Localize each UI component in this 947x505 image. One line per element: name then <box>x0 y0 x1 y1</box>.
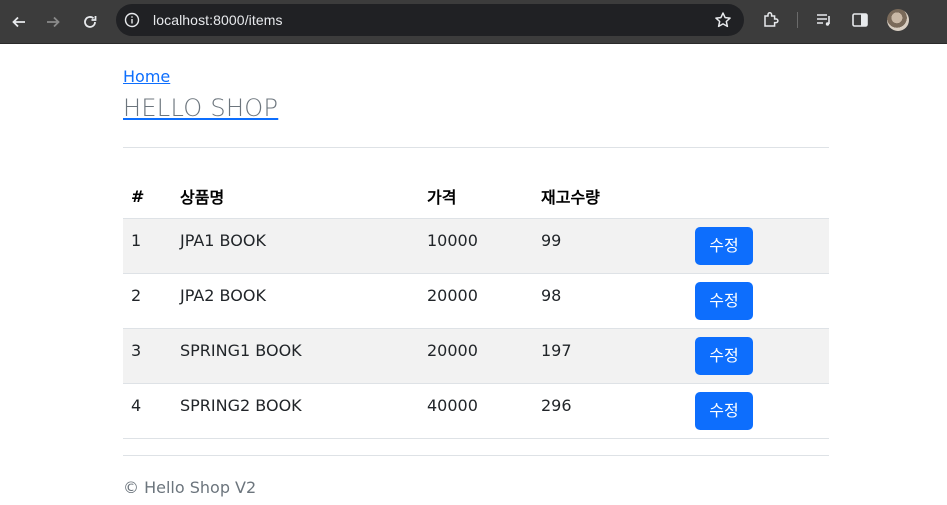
edit-button[interactable]: 수정 <box>695 336 753 375</box>
cell-name: JPA2 BOOK <box>172 273 419 329</box>
home-link[interactable]: Home <box>123 67 170 86</box>
table-header-row: # 상품명 가격 재고수량 <box>123 175 829 219</box>
cell-stock: 197 <box>533 328 687 384</box>
cell-id: 4 <box>123 383 172 439</box>
edit-button[interactable]: 수정 <box>695 281 753 320</box>
cell-name: SPRING1 BOOK <box>172 328 419 384</box>
items-table: # 상품명 가격 재고수량 1 JPA1 BOOK 10000 99 수정 2 … <box>123 175 829 439</box>
header-action <box>687 175 829 219</box>
extensions-button[interactable] <box>761 10 781 30</box>
cell-action: 수정 <box>687 218 829 274</box>
edit-button[interactable]: 수정 <box>695 391 753 430</box>
cell-stock: 99 <box>533 218 687 274</box>
cell-name: JPA1 BOOK <box>172 218 419 274</box>
reading-list-button[interactable] <box>814 10 834 30</box>
cell-stock: 98 <box>533 273 687 329</box>
side-panel-button[interactable] <box>850 10 870 30</box>
site-info-icon[interactable] <box>124 12 140 28</box>
table-row: 2 JPA2 BOOK 20000 98 수정 <box>123 273 829 329</box>
reload-button[interactable] <box>76 8 104 36</box>
cell-action: 수정 <box>687 328 829 384</box>
extensions-icon <box>764 11 779 27</box>
table-row: 3 SPRING1 BOOK 20000 197 수정 <box>123 328 829 384</box>
bookmark-star-icon[interactable] <box>714 11 732 29</box>
cell-id: 3 <box>123 328 172 384</box>
browser-toolbar: localhost:8000/items <box>0 0 947 44</box>
reading-list-icon <box>817 14 830 26</box>
table-row: 1 JPA1 BOOK 10000 99 수정 <box>123 218 829 274</box>
cell-action: 수정 <box>687 383 829 439</box>
toolbar-separator <box>797 12 798 28</box>
cell-price: 40000 <box>419 383 533 439</box>
forward-arrow-icon <box>47 16 60 28</box>
header-product-name: 상품명 <box>172 175 419 219</box>
cell-price: 10000 <box>419 218 533 274</box>
shop-title-link[interactable]: HELLO SHOP <box>123 94 278 122</box>
header-divider <box>123 147 829 148</box>
address-bar[interactable]: localhost:8000/items <box>116 4 744 36</box>
table-row: 4 SPRING2 BOOK 40000 296 수정 <box>123 383 829 439</box>
forward-button[interactable] <box>39 8 67 36</box>
reload-icon <box>84 16 97 28</box>
footer-text: © Hello Shop V2 <box>123 478 257 497</box>
footer-divider <box>123 455 829 456</box>
cell-stock: 296 <box>533 383 687 439</box>
cell-price: 20000 <box>419 328 533 384</box>
cell-action: 수정 <box>687 273 829 329</box>
back-arrow-icon <box>12 16 25 28</box>
back-button[interactable] <box>5 8 33 36</box>
side-panel-icon <box>852 13 868 27</box>
cell-price: 20000 <box>419 273 533 329</box>
edit-button[interactable]: 수정 <box>695 226 753 265</box>
header-stock: 재고수량 <box>533 175 687 219</box>
profile-avatar[interactable] <box>887 9 909 31</box>
cell-name: SPRING2 BOOK <box>172 383 419 439</box>
cell-id: 2 <box>123 273 172 329</box>
header-price: 가격 <box>419 175 533 219</box>
header-number: # <box>123 175 172 219</box>
cell-id: 1 <box>123 218 172 274</box>
url-text[interactable]: localhost:8000/items <box>153 12 283 28</box>
